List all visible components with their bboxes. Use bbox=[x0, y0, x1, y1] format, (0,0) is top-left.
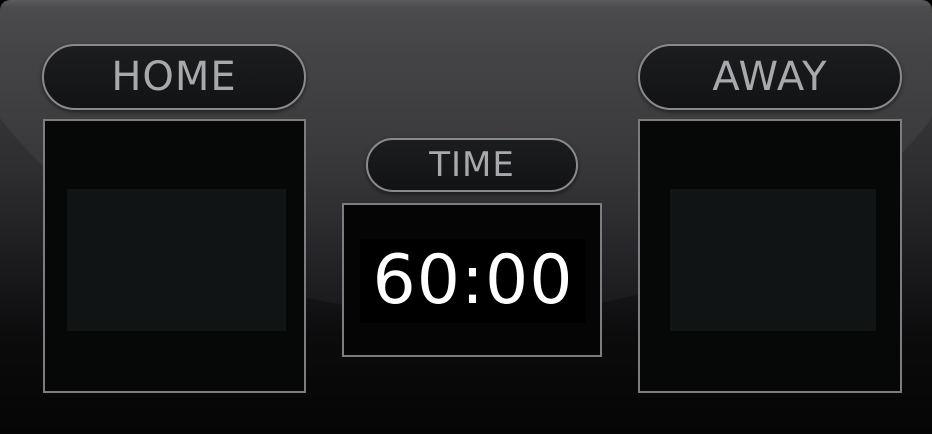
away-score-display bbox=[670, 189, 876, 331]
time-panel: 60:00 bbox=[342, 203, 602, 357]
home-score-display bbox=[67, 189, 286, 331]
time-display: 60:00 bbox=[360, 239, 586, 323]
home-label: HOME bbox=[42, 44, 306, 110]
away-score-panel bbox=[638, 119, 902, 393]
time-value: 60:00 bbox=[372, 241, 574, 320]
home-score-panel bbox=[43, 119, 306, 393]
time-label: TIME bbox=[366, 138, 578, 192]
scoreboard: HOME TIME 60:00 AWAY bbox=[0, 0, 932, 434]
away-label: AWAY bbox=[638, 44, 902, 110]
